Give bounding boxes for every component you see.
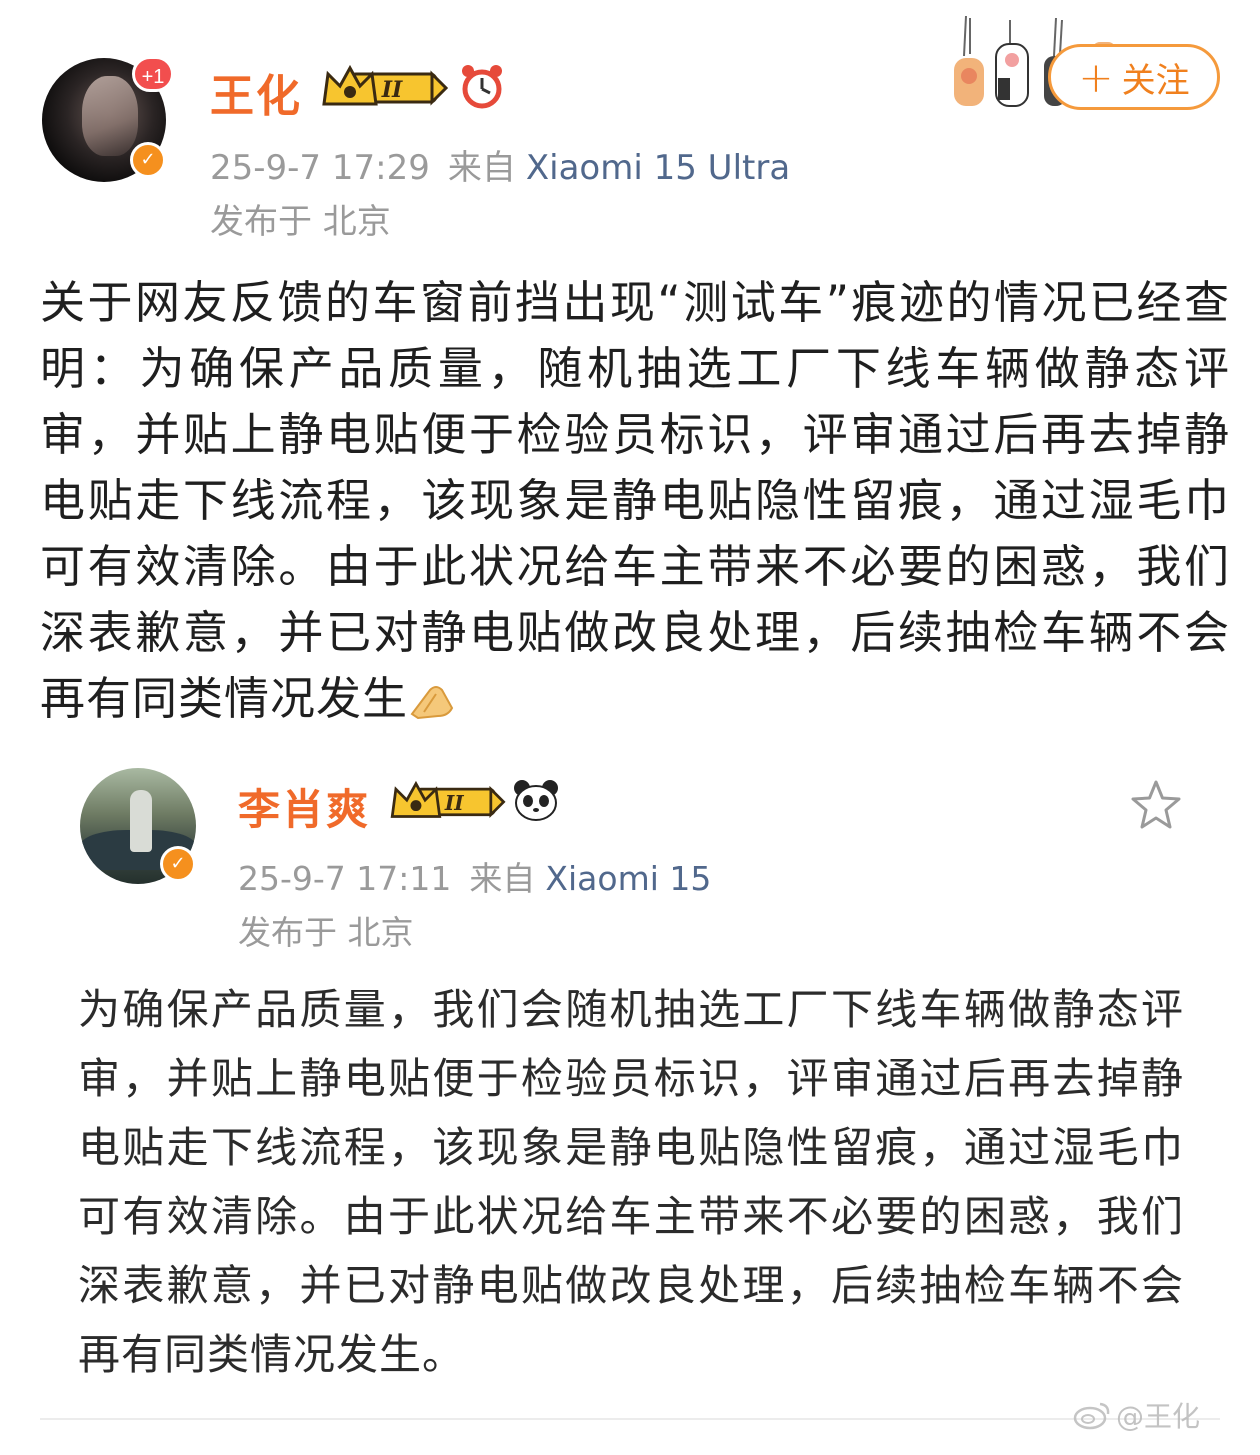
post-timestamp: 25-9-7 17:29 [210, 148, 430, 188]
avatar-person [130, 790, 152, 852]
weibo-logo-icon [1073, 1402, 1110, 1430]
panda-icon [514, 780, 558, 821]
from-label: 来自 [469, 859, 536, 898]
quoted-username[interactable]: 李肖爽 [238, 776, 370, 837]
vip-crown-level-icon: II [322, 64, 448, 106]
plus-icon: + [1078, 52, 1114, 102]
watermark-text: @王化 [1116, 1400, 1201, 1433]
quoted-location: 发布于 北京 [238, 913, 414, 952]
notification-badge: +1 [132, 56, 174, 92]
level-label: II [381, 77, 403, 103]
verified-icon: ✓ [160, 846, 196, 882]
verified-icon: ✓ [130, 142, 166, 178]
level-label: II [444, 791, 464, 815]
username[interactable]: 王化 [210, 60, 302, 124]
from-label: 来自 [447, 148, 516, 188]
device-link[interactable]: Xiaomi 15 Ultra [526, 148, 790, 188]
post-location: 发布于 北京 [210, 202, 391, 242]
main-post-header: +1 ✓ 王化 II 25-9-7 17:29 来自 Xiaomi 15 Ultra… [0, 0, 1260, 250]
vip-crown-level-icon: II [390, 780, 506, 819]
quoted-timestamp: 25-9-7 17:11 [238, 859, 452, 898]
follow-button[interactable]: + 关注 [1048, 44, 1220, 110]
avatar-face [82, 76, 138, 156]
main-post-text: 关于网友反馈的车窗前挡出现“测试车”痕迹的情况已经查明：为确保产品质量，随机抽选… [40, 270, 1230, 732]
praying-hands-icon [410, 686, 454, 720]
main-post-body: 关于网友反馈的车窗前挡出现“测试车”痕迹的情况已经查明：为确保产品质量，随机抽选… [40, 276, 1230, 725]
alarm-clock-icon [462, 65, 502, 109]
device-link[interactable]: Xiaomi 15 [545, 859, 711, 898]
quoted-post-meta: 25-9-7 17:11 来自 Xiaomi 15 [238, 852, 711, 900]
follow-label: 关注 [1121, 60, 1190, 101]
quoted-post-text: 为确保产品质量，我们会随机抽选工厂下线车辆做静态评审，并贴上静电贴便于检验员标识… [78, 985, 1184, 1379]
post-meta: 25-9-7 17:29 来自 Xiaomi 15 Ultra [210, 140, 790, 189]
favorite-star-icon[interactable] [1128, 778, 1184, 832]
divider [40, 1418, 1220, 1420]
watermark: @王化 [1072, 1395, 1200, 1435]
